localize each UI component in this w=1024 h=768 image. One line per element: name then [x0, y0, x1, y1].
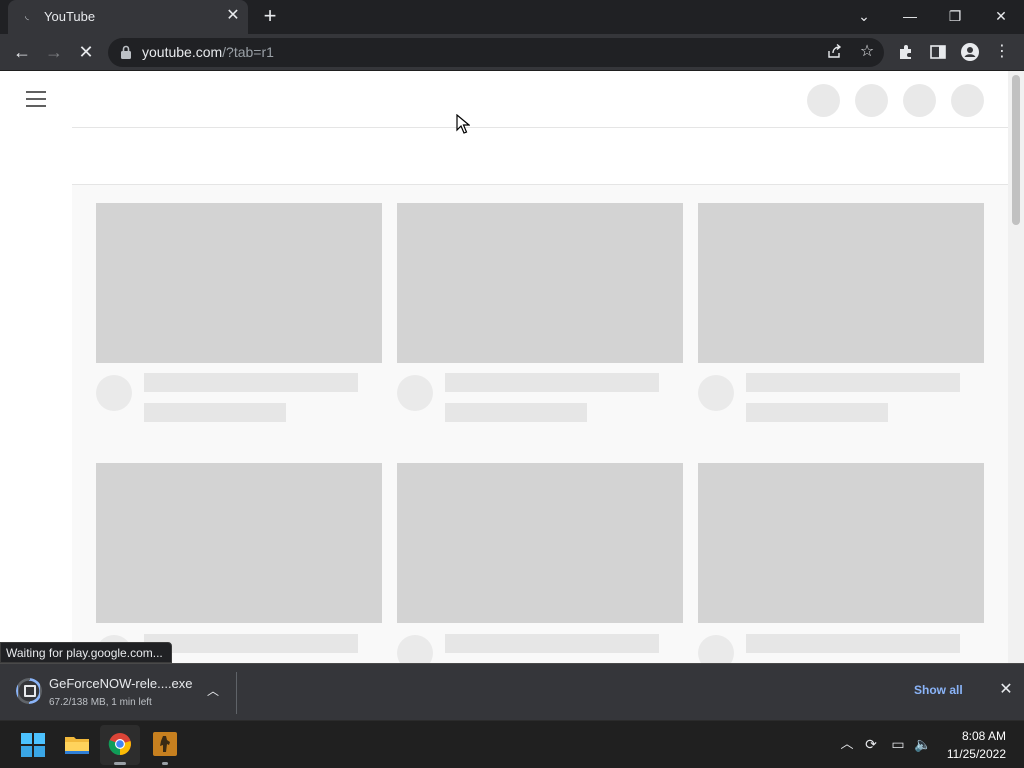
- counter-strike-icon: [153, 732, 177, 756]
- extensions-icon[interactable]: [896, 42, 916, 62]
- skeleton-header-circle: [903, 84, 936, 117]
- volume-icon[interactable]: 🔈: [913, 734, 933, 754]
- skeleton-avatar: [96, 375, 132, 411]
- chrome-app-button[interactable]: [100, 725, 140, 765]
- skeleton-thumbnail: [96, 203, 382, 363]
- skeleton-subtitle: [445, 403, 587, 422]
- skeleton-thumbnail: [96, 463, 382, 623]
- skeleton-subtitle: [144, 403, 286, 422]
- tab-search-icon[interactable]: ⌄: [850, 4, 878, 28]
- profile-icon[interactable]: [960, 42, 980, 62]
- minimize-button[interactable]: —: [896, 4, 924, 28]
- skeleton-subtitle: [746, 403, 888, 422]
- download-separator: [236, 672, 237, 714]
- skeleton-title: [144, 634, 358, 653]
- scrollbar-thumb[interactable]: [1012, 75, 1020, 225]
- file-explorer-icon[interactable]: [57, 725, 97, 765]
- bookmark-star-icon[interactable]: ☆: [856, 41, 878, 63]
- clock-time[interactable]: 8:08 AM: [940, 729, 1006, 743]
- browser-toolbar: ← → ✕ youtube.com/?tab=r1 ☆ ⋮: [0, 34, 1024, 71]
- skeleton-thumbnail: [698, 463, 984, 623]
- forward-button[interactable]: →: [42, 40, 66, 64]
- skeleton-avatar: [397, 375, 433, 411]
- close-tab-icon[interactable]: ✕: [224, 7, 242, 25]
- skeleton-title: [746, 373, 960, 392]
- skeleton-thumbnail: [397, 203, 683, 363]
- clock-date[interactable]: 11/25/2022: [940, 747, 1006, 761]
- side-panel-icon[interactable]: [928, 42, 948, 62]
- download-file-name: GeForceNOW-rele....exe: [49, 676, 193, 691]
- sync-warning-icon[interactable]: ⟳: [861, 734, 881, 754]
- download-shelf: GeForceNOW-rele....exe 67.2/138 MB, 1 mi…: [0, 663, 1024, 720]
- new-tab-button[interactable]: +: [258, 5, 282, 29]
- chevron-up-icon[interactable]: ︿: [204, 682, 222, 700]
- skeleton-thumbnail: [397, 463, 683, 623]
- tab-title: YouTube: [44, 9, 96, 24]
- share-icon[interactable]: [824, 41, 846, 63]
- status-bubble: Waiting for play.google.com...: [0, 642, 172, 663]
- url-host: youtube.com: [142, 44, 223, 60]
- skeleton-avatar: [397, 635, 433, 663]
- header-divider: [72, 127, 1008, 128]
- lock-icon[interactable]: [120, 45, 132, 59]
- active-app-indicator: [114, 762, 126, 765]
- windows-start-icon[interactable]: [13, 725, 53, 765]
- chrome-menu-icon[interactable]: ⋮: [990, 40, 1014, 64]
- exe-file-icon: [24, 685, 36, 697]
- restore-button[interactable]: ❐: [941, 4, 969, 28]
- counter-strike-app-button[interactable]: [145, 725, 185, 765]
- skeleton-title: [144, 373, 358, 392]
- page-content: [0, 71, 1024, 663]
- windows-taskbar: ︿ ⟳ ▭ 🔈 8:08 AM 11/25/2022: [0, 720, 1024, 768]
- show-all-downloads-link[interactable]: Show all: [914, 683, 963, 697]
- close-download-shelf-icon[interactable]: ✕: [996, 680, 1016, 700]
- skeleton-title: [746, 634, 960, 653]
- mouse-cursor-icon: [456, 114, 470, 134]
- download-status: 67.2/138 MB, 1 min left: [49, 697, 152, 708]
- chrome-icon: [108, 733, 131, 756]
- skeleton-avatar: [698, 375, 734, 411]
- show-hidden-icons-chevron[interactable]: ︿: [838, 735, 856, 753]
- skeleton-header-circle: [951, 84, 984, 117]
- stop-loading-button[interactable]: ✕: [74, 40, 98, 64]
- network-icon[interactable]: ▭: [888, 734, 908, 754]
- skeleton-header-circle: [855, 84, 888, 117]
- skeleton-title: [445, 373, 659, 392]
- browser-titlebar: ◟ YouTube ✕ + ⌄ — ❐ ✕: [0, 0, 1024, 34]
- skeleton-thumbnail: [698, 203, 984, 363]
- running-app-indicator: [162, 762, 168, 765]
- back-button[interactable]: ←: [10, 40, 34, 64]
- address-bar[interactable]: youtube.com/?tab=r1 ☆: [108, 38, 884, 67]
- skeleton-title: [445, 634, 659, 653]
- tab-youtube[interactable]: ◟ YouTube ✕: [8, 0, 248, 34]
- skeleton-header-circle: [807, 84, 840, 117]
- url-text: youtube.com/?tab=r1: [142, 44, 274, 60]
- hamburger-menu-icon[interactable]: [26, 91, 46, 107]
- url-path: /?tab=r1: [222, 44, 274, 60]
- skeleton-avatar: [698, 635, 734, 663]
- close-window-button[interactable]: ✕: [987, 4, 1015, 28]
- loading-spinner-icon: ◟: [25, 11, 29, 22]
